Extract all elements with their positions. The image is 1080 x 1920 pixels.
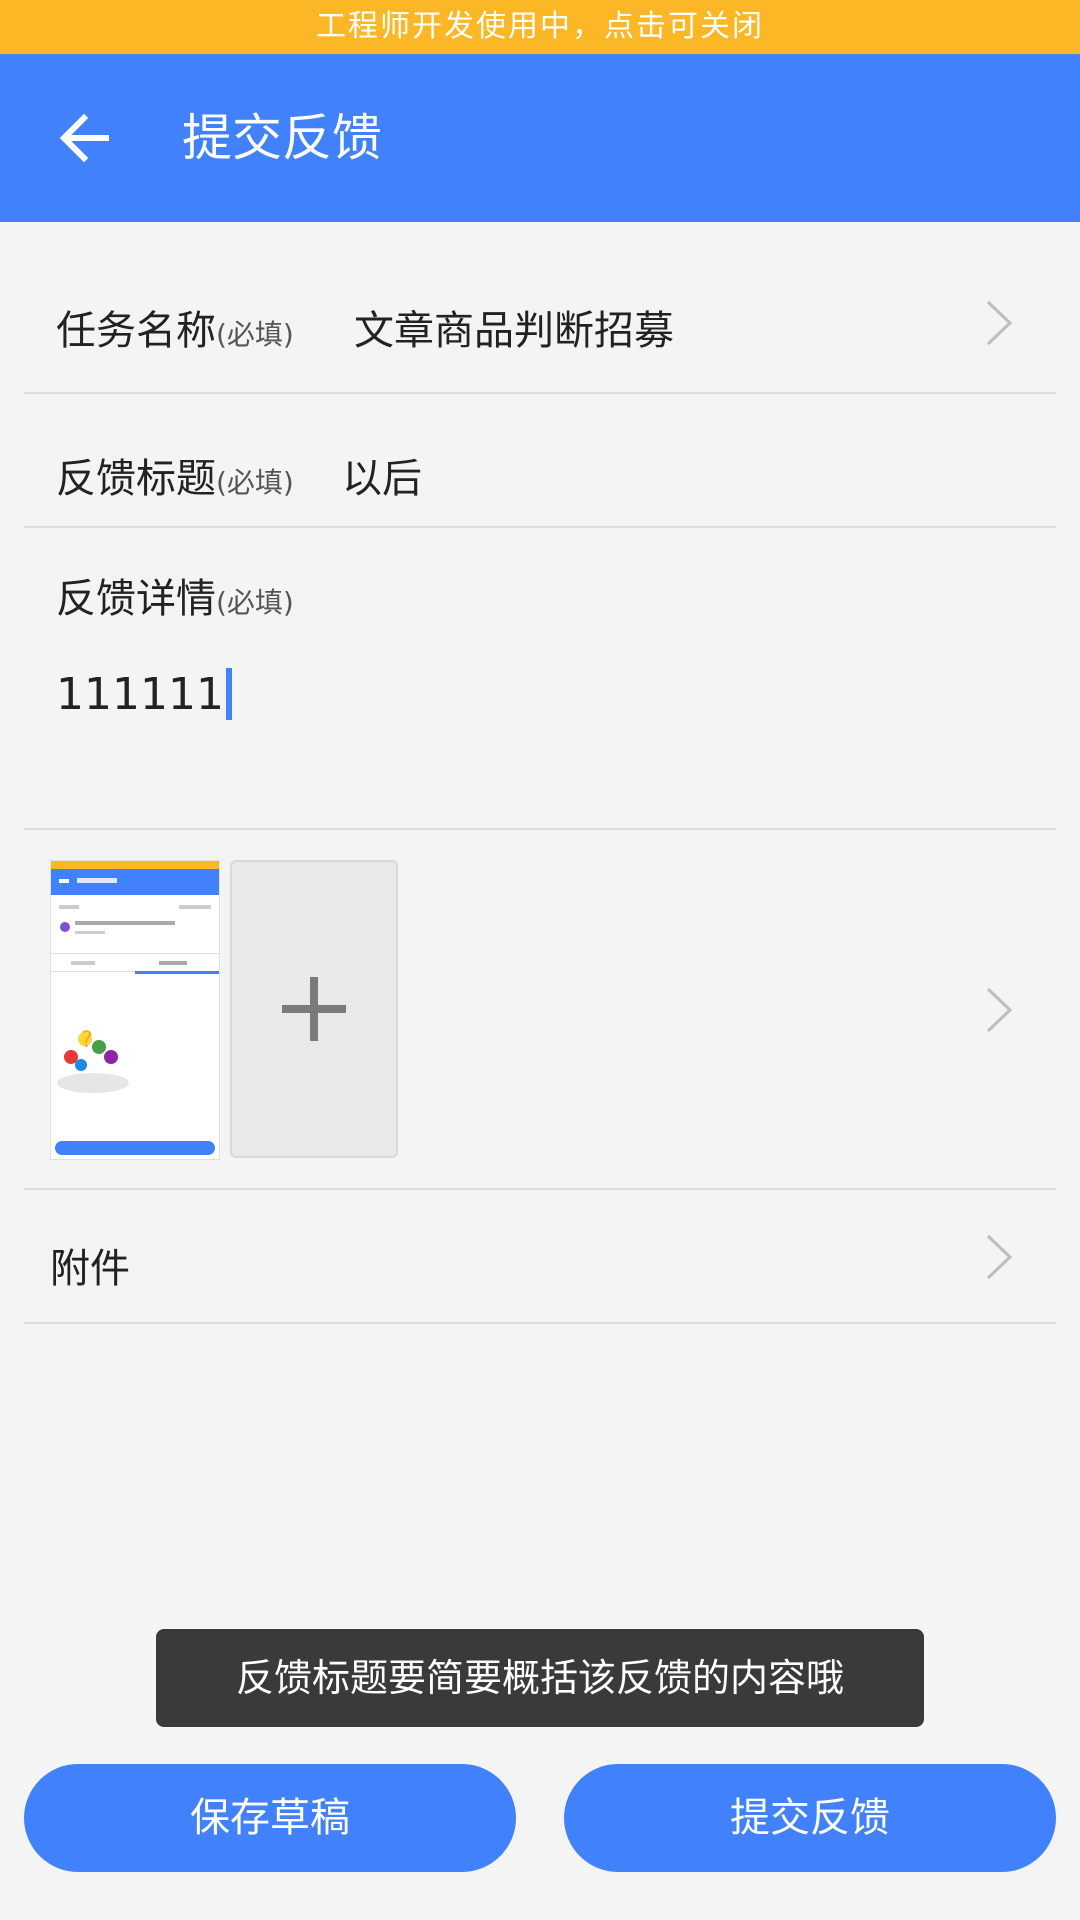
feedback-detail-textarea[interactable]: 111111 — [56, 668, 232, 720]
save-draft-button[interactable]: 保存草稿 — [24, 1764, 516, 1872]
attachment-label: 附件 — [50, 1246, 130, 1292]
chevron-right-icon — [986, 987, 1013, 1033]
feedback-detail-value: 111111 — [56, 668, 224, 720]
arrow-left-icon — [59, 113, 109, 163]
feedback-detail-row[interactable]: 反馈详情(必填) 111111 — [24, 528, 1056, 830]
task-name-label-text: 任务名称 — [56, 308, 216, 354]
app-bar: 提交反馈 — [0, 54, 1080, 222]
toast-message: 反馈标题要简要概括该反馈的内容哦 — [156, 1629, 924, 1727]
feedback-detail-label-text: 反馈详情 — [56, 576, 216, 622]
thumbnail-preview-image: ? — [51, 861, 219, 1155]
feedback-title-label-text: 反馈标题 — [56, 456, 216, 502]
submit-feedback-button[interactable]: 提交反馈 — [564, 1764, 1056, 1872]
task-name-row[interactable]: 任务名称(必填) 文章商品判断招募 — [24, 222, 1056, 394]
chevron-right-icon — [986, 1234, 1013, 1280]
feedback-title-input[interactable]: 以后 — [342, 446, 422, 504]
attachment-row[interactable]: 附件 — [24, 1190, 1056, 1324]
task-name-value: 文章商品判断招募 — [354, 308, 674, 354]
chevron-right-icon — [986, 300, 1013, 346]
page-title: 提交反馈 — [182, 109, 382, 167]
screenshot-thumbnail[interactable]: ? — [50, 860, 220, 1160]
feedback-title-row[interactable]: 反馈标题(必填) 以后 — [24, 394, 1056, 528]
required-hint: (必填) — [216, 466, 294, 499]
required-hint: (必填) — [216, 586, 294, 619]
feedback-detail-label: 反馈详情(必填) — [56, 566, 294, 624]
text-caret — [225, 668, 232, 720]
add-image-button[interactable] — [230, 860, 398, 1158]
plus-icon — [282, 977, 346, 1041]
back-button[interactable] — [44, 98, 124, 178]
image-attachments-row: ? — [24, 830, 1056, 1190]
feedback-title-label: 反馈标题(必填) — [56, 446, 294, 504]
required-hint: (必填) — [216, 318, 294, 351]
svg-text:?: ? — [81, 1028, 93, 1053]
task-name-label: 任务名称(必填) — [56, 298, 294, 356]
dev-mode-banner[interactable]: 工程师开发使用中，点击可关闭 — [0, 0, 1080, 54]
